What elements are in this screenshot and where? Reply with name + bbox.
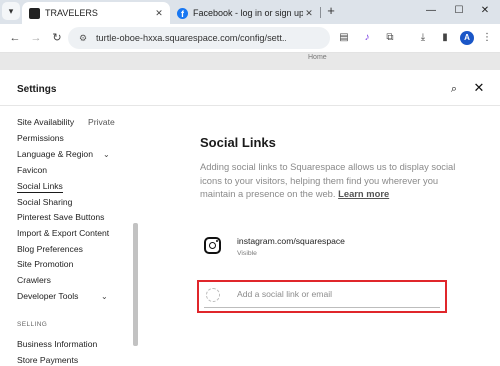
add-social-link-input[interactable] [237,289,437,299]
sidebar-item-label: Blog Preferences [17,244,83,254]
new-tab-button[interactable]: + [323,3,339,19]
chevron-down-icon[interactable]: ⌄ [103,148,110,161]
close-window-icon[interactable]: ✕ [474,3,496,19]
sidebar-item-label: Favicon [17,165,48,175]
sidebar-item-social-sharing[interactable]: Social Sharing [17,196,72,209]
social-link-url: instagram.com/squarespace [237,236,345,246]
maximize-icon[interactable]: ☐ [448,3,470,19]
sidebar-item-label: Site Promotion [17,259,74,269]
sidebar-item-label: Crawlers [17,275,51,285]
sidebar-item-label: Developer Tools [17,291,79,301]
status-badge: Private [88,117,115,127]
extensions-puzzle-icon[interactable]: ⧉ [382,30,398,46]
sidebar-item-label: Import & Export Content [17,228,110,238]
settings-panel: Settings ⌕ ✕ Site Availability Private P… [0,70,500,366]
back-arrow-icon[interactable]: ← [7,30,23,46]
tab-close-icon[interactable]: ✕ [153,8,165,19]
tab-divider [320,7,321,18]
input-underline [204,307,440,308]
description-text: Adding social links to Squarespace allow… [200,160,456,201]
sidebar-item-import-export[interactable]: Import & Export Content [17,227,109,240]
chevron-down-icon[interactable]: ⌄ [101,290,108,303]
sidebar-item-business-information[interactable]: Business Information [17,338,97,351]
site-info-icon[interactable]: ⚙ [76,31,90,45]
instagram-icon [204,237,221,254]
extension-icon[interactable]: ♪ [359,30,375,46]
section-heading-selling: SELLING [17,321,48,328]
sidebar-item-label: Store Payments [17,355,79,365]
facebook-icon: f [177,7,188,19]
page-backdrop: Home [0,53,500,70]
tab-search-icon[interactable]: ▾ [2,2,20,20]
sidebar-item-crawlers[interactable]: Crawlers [17,274,51,287]
backdrop-nav-text: Home [308,54,327,61]
sidebar-item-label: Permissions [17,133,64,143]
sidebar-item-favicon[interactable]: Favicon [17,164,47,177]
sidebar-item-social-links[interactable]: Social Links [17,180,63,193]
minimize-icon[interactable]: — [420,3,442,19]
sidebar-item-label: Social Sharing [17,197,73,207]
sidebar-item-label: Social Links [17,181,63,191]
squarespace-icon [29,7,40,19]
tab-title: Facebook - log in or sign up [193,8,303,18]
social-link-status: Visible [237,250,257,257]
reload-icon[interactable]: ↻ [49,30,65,46]
learn-more-link[interactable]: Learn more [338,188,389,199]
sidebar-item-permissions[interactable]: Permissions [17,132,64,145]
add-placeholder-icon [206,288,220,302]
tab-title: TRAVELERS [45,8,98,18]
download-icon[interactable]: ⤓ [415,30,431,46]
sidebar-item-store-payments[interactable]: Store Payments [17,354,78,366]
address-bar[interactable]: ⚙ turtle-oboe-hxxa.squarespace.com/confi… [68,27,330,49]
sidebar-item-site-availability[interactable]: Site Availability Private [17,116,115,129]
sidebar-item-developer-tools[interactable]: Developer Tools ⌄ [17,290,127,303]
add-social-link-row[interactable] [197,280,447,313]
tab-facebook[interactable]: f Facebook - log in or sign up ✕ [170,2,320,24]
sidebar-item-label: Site Availability [17,117,75,127]
url-text[interactable]: turtle-oboe-hxxa.squarespace.com/config/… [96,33,286,43]
sidebar-item-blog-preferences[interactable]: Blog Preferences [17,243,83,256]
browser-tab-strip: ▾ TRAVELERS ✕ f Facebook - log in or sig… [0,0,500,24]
forward-arrow-icon[interactable]: → [28,30,44,46]
more-menu-icon[interactable]: ⋮ [479,30,495,46]
side-panel-icon[interactable]: ▮ [437,30,453,46]
panel-title: Settings [17,84,57,95]
sidebar-item-label: Business Information [17,339,98,349]
page-title: Social Links [200,135,276,150]
settings-sidebar: Site Availability Private Permissions La… [0,106,141,366]
sidebar-item-language-region[interactable]: Language & Region ⌄ [17,148,127,161]
browser-toolbar: ← → ↻ ⚙ turtle-oboe-hxxa.squarespace.com… [0,24,500,64]
tab-travelers[interactable]: TRAVELERS ✕ [22,2,170,24]
description-body: Adding social links to Squarespace allow… [200,161,456,199]
sidebar-scrollbar[interactable] [133,223,138,346]
sidebar-item-label: Language & Region [17,149,93,159]
profile-avatar[interactable]: A [460,31,474,45]
search-icon[interactable]: ⌕ [447,82,461,96]
social-link-item[interactable]: instagram.com/squarespace Visible [200,236,450,266]
tab-groups-icon[interactable]: ▤ [336,30,352,46]
close-icon[interactable]: ✕ [472,81,486,95]
sidebar-item-label: Pinterest Save Buttons [17,212,105,222]
tab-close-icon[interactable]: ✕ [303,8,315,19]
sidebar-item-pinterest-save-buttons[interactable]: Pinterest Save Buttons [17,211,104,224]
sidebar-item-site-promotion[interactable]: Site Promotion [17,258,73,271]
